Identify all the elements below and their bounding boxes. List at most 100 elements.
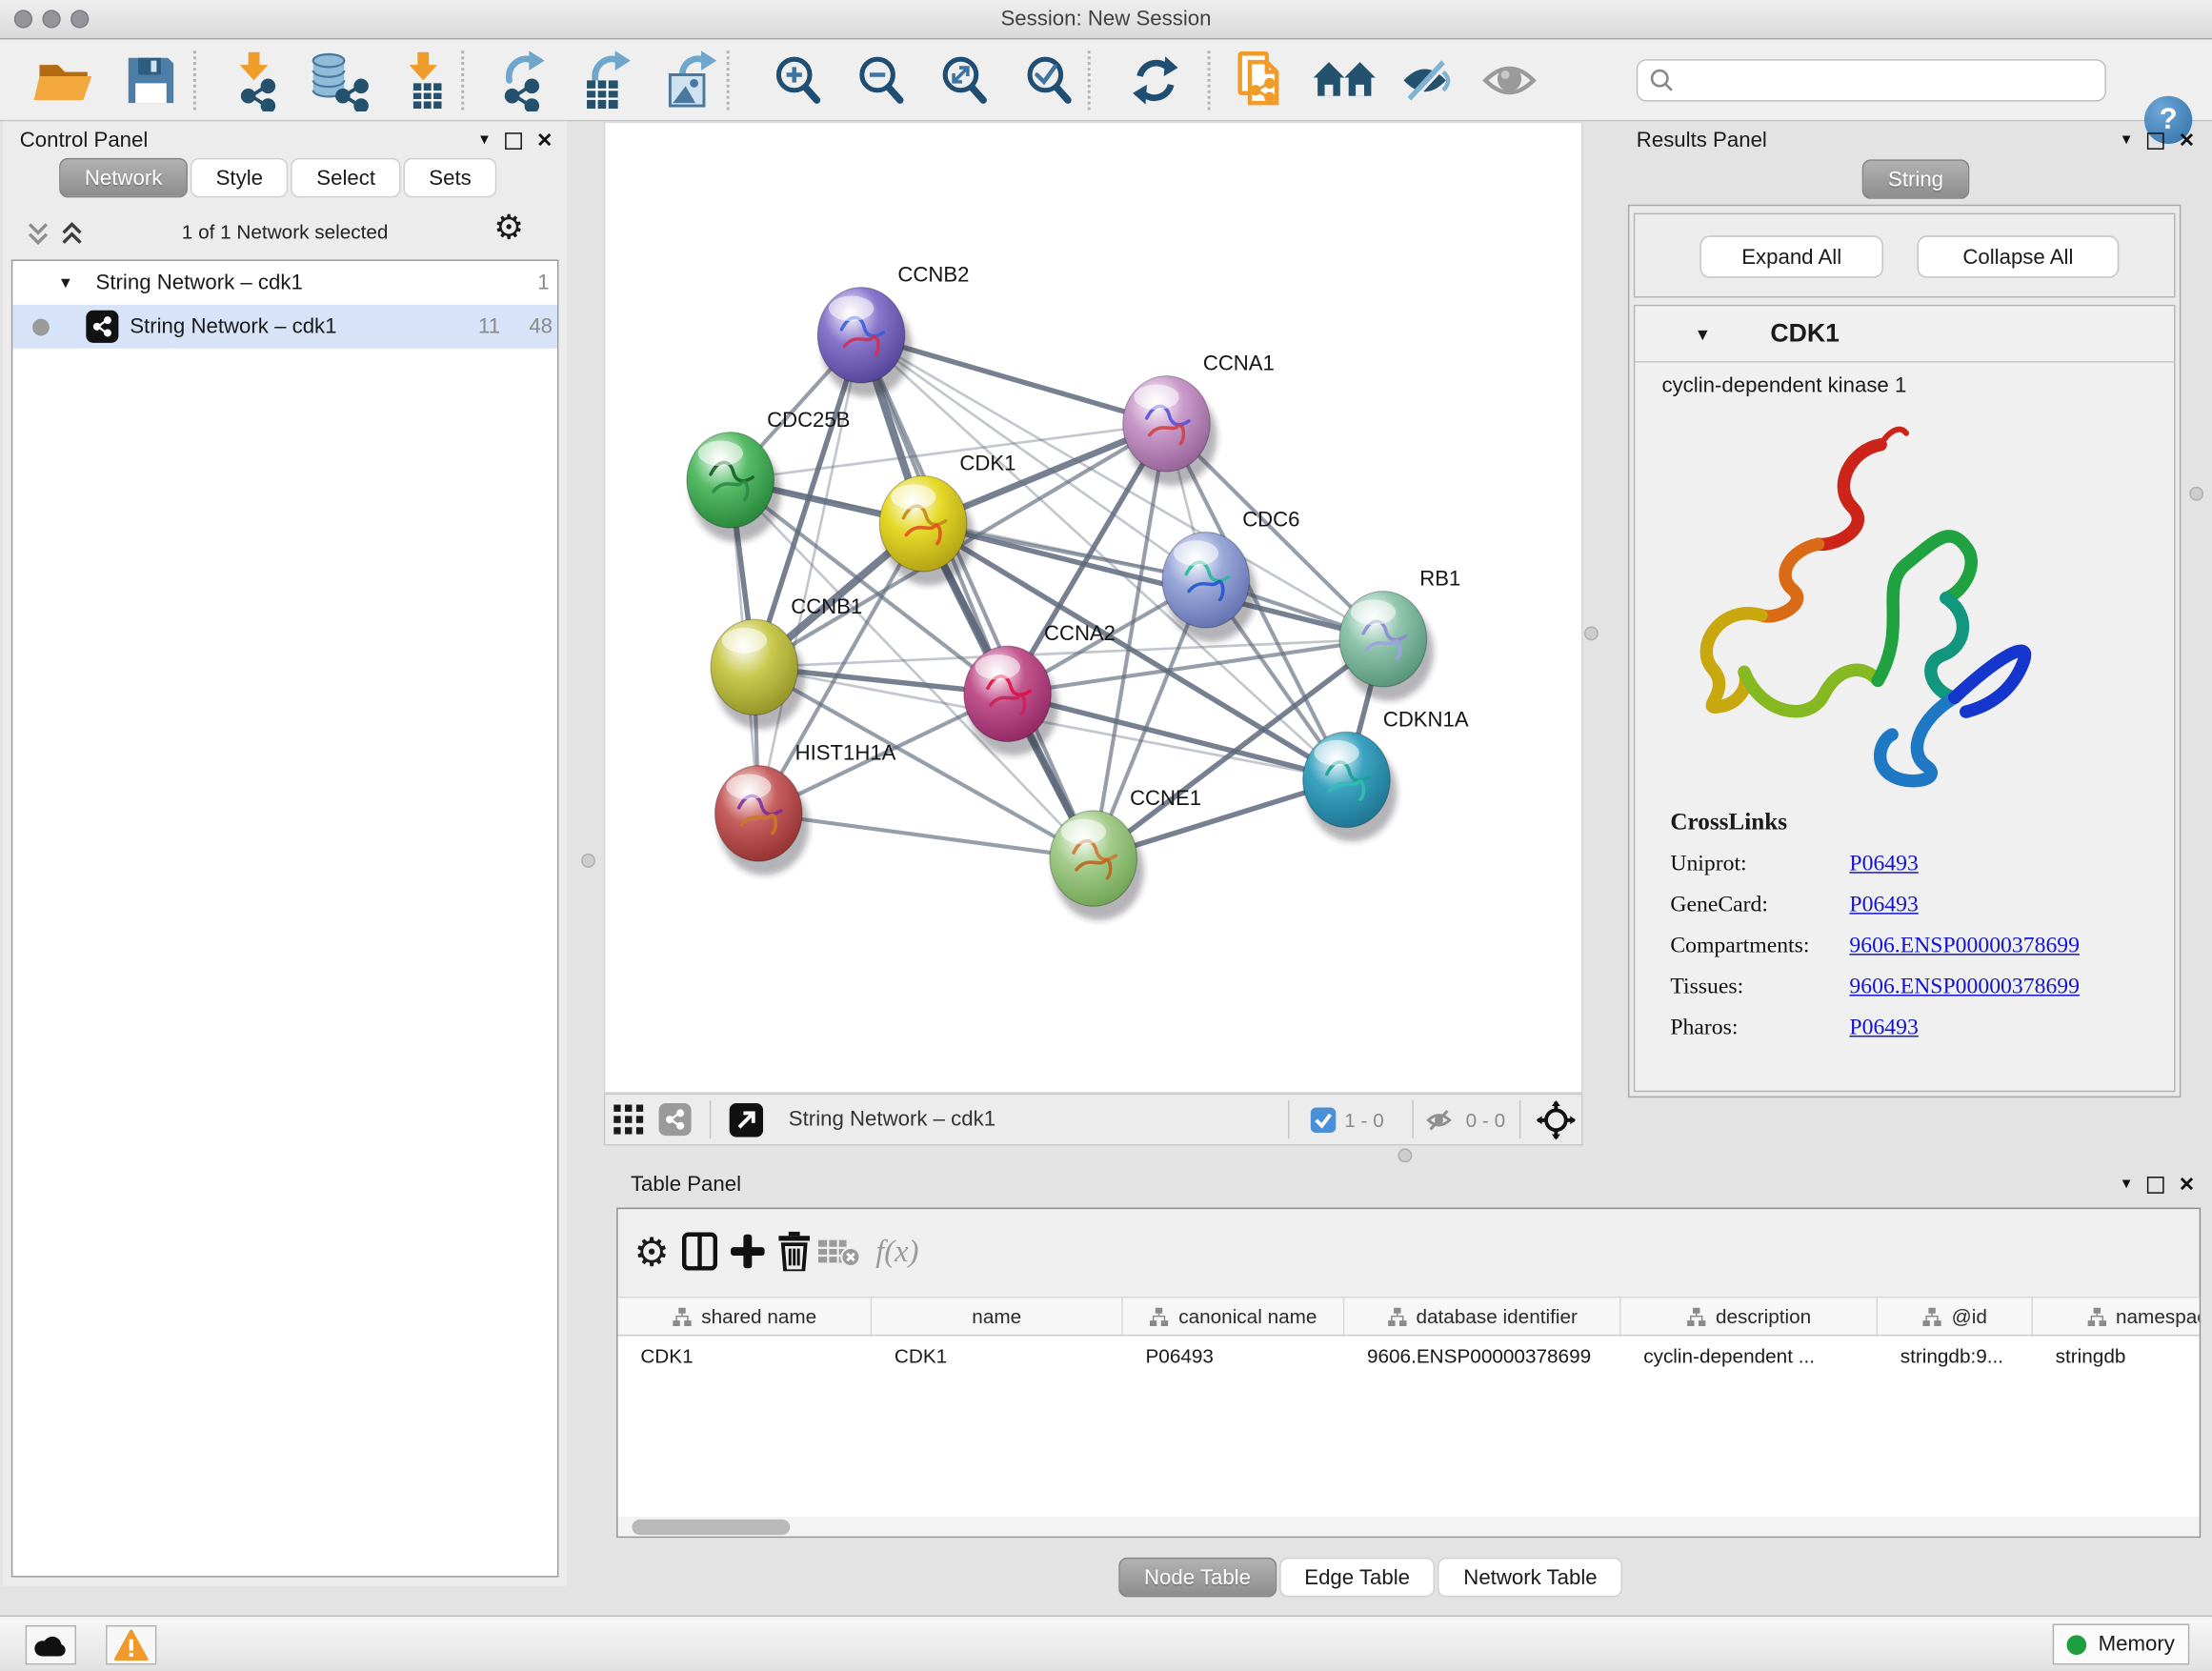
panel-collapse-icon[interactable]: ▼	[2120, 132, 2134, 148]
fit-content-button[interactable]	[1537, 1095, 1576, 1144]
memory-button[interactable]: Memory	[2053, 1623, 2190, 1664]
column-header-canonical-name[interactable]: canonical name	[1123, 1298, 1344, 1335]
detach-view-button[interactable]	[730, 1095, 764, 1144]
table-tab-node-table[interactable]: Node Table	[1118, 1558, 1276, 1597]
delete-table-icon[interactable]	[816, 1229, 861, 1274]
table-tab-network-table[interactable]: Network Table	[1438, 1558, 1623, 1597]
panel-collapse-icon[interactable]: ▼	[2120, 1177, 2134, 1192]
crosslink-link[interactable]: P06493	[1849, 893, 1918, 918]
zoom-fit-button[interactable]	[931, 47, 998, 114]
network-collection-row[interactable]: ▼ String Network – cdk1 1	[12, 261, 557, 305]
column-header-database-identifier[interactable]: database identifier	[1344, 1298, 1620, 1335]
collapse-all-button[interactable]: Collapse All	[1917, 235, 2119, 277]
hidden-eye-slash-icon[interactable]	[1423, 1105, 1458, 1134]
export-network-button[interactable]	[490, 47, 557, 114]
panel-float-icon[interactable]	[2147, 131, 2164, 149]
cloud-button[interactable]	[26, 1625, 76, 1664]
node-HIST1H1A[interactable]: HIST1H1A	[714, 741, 895, 876]
expand-all-button[interactable]: Expand All	[1699, 235, 1883, 277]
table-row[interactable]: CDK1CDK1P064939606.ENSP00000378699cyclin…	[618, 1336, 2200, 1375]
column-header-name[interactable]: name	[872, 1298, 1123, 1335]
import-network-button[interactable]	[221, 47, 289, 114]
node-CDKN1A[interactable]: CDKN1A	[1303, 707, 1469, 841]
node-CCNB1[interactable]: CCNB1	[711, 594, 862, 729]
node-CCNA1[interactable]: CCNA1	[1123, 352, 1275, 486]
column-header-namespace[interactable]: namespace	[2033, 1298, 2200, 1335]
warnings-button[interactable]	[106, 1625, 156, 1664]
delete-column-trash-icon[interactable]	[772, 1229, 816, 1274]
save-session-button[interactable]	[117, 47, 185, 114]
column-header-description[interactable]: description	[1621, 1298, 1879, 1335]
table-cell[interactable]: CDK1	[618, 1336, 873, 1375]
show-all-views-button[interactable]	[1311, 47, 1378, 114]
function-builder-icon[interactable]: f(x)	[866, 1229, 928, 1274]
clone-network-button[interactable]	[1227, 47, 1295, 114]
gear-icon[interactable]: ⚙	[493, 211, 524, 246]
section-expander-icon[interactable]: ▼	[1695, 324, 1712, 344]
toolbar-separator	[461, 50, 464, 110]
node-table[interactable]: shared namenamecanonical namedatabase id…	[618, 1297, 2200, 1517]
control-tab-network[interactable]: Network	[59, 158, 188, 197]
search-input[interactable]	[1675, 70, 2094, 92]
panel-close-icon[interactable]: ✕	[2179, 1173, 2195, 1197]
zoom-in-button[interactable]	[765, 47, 833, 114]
control-tab-style[interactable]: Style	[191, 158, 289, 197]
panel-collapse-icon[interactable]: ▼	[477, 132, 492, 148]
selected-checkbox-icon[interactable]	[1311, 1107, 1337, 1133]
node-CCNE1[interactable]: CCNE1	[1050, 786, 1201, 920]
control-tab-sets[interactable]: Sets	[404, 158, 497, 197]
splitter-handle[interactable]	[581, 854, 595, 868]
node-RB1[interactable]: RB1	[1339, 567, 1460, 701]
table-cell[interactable]: 9606.ENSP00000378699	[1344, 1336, 1620, 1375]
hierarchy-icon	[1686, 1306, 1707, 1327]
panel-float-icon[interactable]	[2147, 1176, 2164, 1193]
zoom-out-button[interactable]	[848, 47, 915, 114]
crosslink-link[interactable]: P06493	[1849, 852, 1918, 877]
search-field[interactable]	[1637, 59, 2106, 101]
column-header-shared-name[interactable]: shared name	[618, 1298, 873, 1335]
panel-float-icon[interactable]	[506, 131, 523, 149]
network-row[interactable]: String Network – cdk1 11 48	[12, 305, 557, 349]
crosslink-link[interactable]: 9606.ENSP00000378699	[1849, 975, 2080, 1000]
splitter-handle[interactable]	[1584, 627, 1599, 641]
node-CDC6[interactable]: CDC6	[1162, 508, 1299, 642]
zoom-selected-button[interactable]	[1016, 47, 1083, 114]
crosslink-link[interactable]: P06493	[1849, 1016, 1918, 1041]
splitter-handle[interactable]	[1398, 1148, 1413, 1162]
import-table-button[interactable]	[391, 47, 458, 114]
node-CCNB2[interactable]: CCNB2	[817, 263, 969, 397]
show-columns-icon[interactable]	[677, 1229, 722, 1274]
export-table-button[interactable]	[573, 47, 640, 114]
open-session-button[interactable]	[30, 47, 97, 114]
results-tab-string[interactable]: String	[1862, 159, 1968, 198]
network-canvas[interactable]: CCNB2CCNA1CDC25BCDK1CDC6RB1CCNB1CCNA2CDK…	[604, 121, 1583, 1093]
tree-expander-icon[interactable]: ▼	[58, 274, 73, 292]
table-hscrollbar-thumb[interactable]	[632, 1520, 790, 1535]
table-tab-edge-table[interactable]: Edge Table	[1279, 1558, 1436, 1597]
control-tab-select[interactable]: Select	[292, 158, 401, 197]
crosslink-link[interactable]: 9606.ENSP00000378699	[1849, 934, 2080, 959]
panel-close-icon[interactable]: ✕	[2179, 129, 2195, 152]
refresh-view-button[interactable]	[1121, 47, 1189, 114]
table-settings-gear-icon[interactable]: ⚙	[629, 1229, 674, 1274]
table-cell[interactable]: cyclin-dependent ...	[1621, 1336, 1879, 1375]
export-image-button[interactable]	[657, 47, 725, 114]
table-cell[interactable]: stringdb:9...	[1878, 1336, 2033, 1375]
gene-section-header[interactable]: ▼ CDK1	[1635, 306, 2174, 362]
panel-close-icon[interactable]: ✕	[536, 129, 553, 152]
edge-CCNB2-CCNE1[interactable]	[861, 335, 1094, 858]
network-overview-button[interactable]	[659, 1095, 692, 1144]
table-cell[interactable]: CDK1	[872, 1336, 1123, 1375]
show-selected-button[interactable]	[1477, 47, 1544, 114]
add-column-plus-icon[interactable]	[725, 1229, 770, 1274]
hide-selected-button[interactable]	[1394, 47, 1461, 114]
table-hscrollbar[interactable]	[618, 1517, 2200, 1537]
table-cell[interactable]: stringdb	[2033, 1336, 2200, 1375]
open-in-window-icon	[730, 1102, 764, 1137]
birdseye-view-button[interactable]	[613, 1095, 643, 1144]
import-network-from-database-button[interactable]	[305, 47, 372, 114]
node-CDC25B[interactable]: CDC25B	[687, 408, 850, 542]
column-header-id[interactable]: @id	[1878, 1298, 2033, 1335]
gene-description: cyclin-dependent kinase 1	[1661, 373, 1906, 397]
table-cell[interactable]: P06493	[1123, 1336, 1344, 1375]
